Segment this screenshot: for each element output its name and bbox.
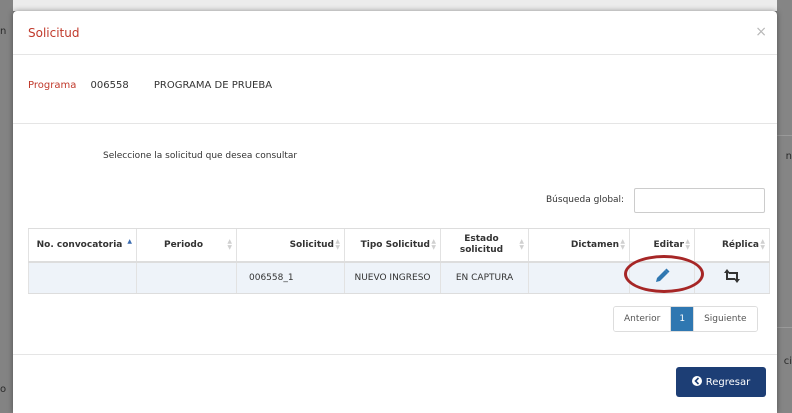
sort-icon: ▲ ▼ xyxy=(227,238,232,251)
column-header-convocatoria[interactable]: No. convocatoria ▲ xyxy=(28,228,137,263)
sort-asc-icon: ▲ xyxy=(127,238,132,245)
background-text: n xyxy=(0,26,7,37)
cell-tipo-solicitud: NUEVO INGRESO xyxy=(344,262,441,294)
sort-icon: ▲ ▼ xyxy=(431,238,436,251)
column-header-label: Periodo xyxy=(163,239,204,250)
divider xyxy=(13,354,777,355)
retweet-icon[interactable] xyxy=(723,269,741,287)
table-row[interactable]: 006558_1 NUEVO INGRESO EN CAPTURA xyxy=(28,262,770,294)
sort-icon: ▲ ▼ xyxy=(519,238,524,251)
background-text: n xyxy=(785,151,792,162)
column-header-estado[interactable]: Estado solicitud ▲ ▼ xyxy=(440,228,529,263)
cell-convocatoria xyxy=(28,262,137,294)
modal-header: Solicitud × xyxy=(13,11,777,55)
cell-periodo xyxy=(136,262,237,294)
instruction-text: Seleccione la solicitud que desea consul… xyxy=(103,151,298,161)
program-label: Programa xyxy=(28,80,77,91)
cell-dictamen xyxy=(528,262,630,294)
column-header-solicitud[interactable]: Solicitud ▲ ▼ xyxy=(236,228,345,263)
column-header-label: Editar xyxy=(653,239,685,250)
column-header-periodo[interactable]: Periodo ▲ ▼ xyxy=(136,228,237,263)
background-left-area xyxy=(0,0,13,413)
sort-icon: ▲ ▼ xyxy=(620,238,625,251)
regresar-label: Regresar xyxy=(705,376,751,388)
cell-editar xyxy=(629,262,695,294)
cell-replica xyxy=(694,262,770,294)
global-search-input[interactable] xyxy=(634,188,765,213)
regresar-button[interactable]: Regresar xyxy=(676,367,766,397)
background-text: ci xyxy=(783,356,792,367)
sort-icon: ▲ ▼ xyxy=(685,238,690,251)
column-header-label: Réplica xyxy=(721,239,759,250)
background-text: o xyxy=(0,384,7,395)
column-header-label: No. convocatoria xyxy=(36,239,123,250)
search-label: Búsqueda global: xyxy=(546,195,625,205)
pagination: Anterior 1 Siguiente xyxy=(613,306,758,332)
sort-icon: ▲ ▼ xyxy=(760,238,765,251)
background-divider xyxy=(777,135,792,136)
column-header-dictamen[interactable]: Dictamen ▲ ▼ xyxy=(528,228,630,263)
column-header-label: Estado solicitud xyxy=(459,234,504,255)
program-info: Programa 006558 PROGRAMA DE PRUEBA xyxy=(28,80,272,91)
program-name: PROGRAMA DE PRUEBA xyxy=(153,80,273,91)
arrow-circle-left-icon xyxy=(691,375,702,389)
cell-estado: EN CAPTURA xyxy=(440,262,529,294)
solicitud-modal: Solicitud × Programa 006558 PROGRAMA DE … xyxy=(13,11,777,413)
modal-title: Solicitud xyxy=(28,26,80,40)
background-divider xyxy=(777,327,792,328)
column-header-editar[interactable]: Editar ▲ ▼ xyxy=(629,228,695,263)
column-header-label: Tipo Solicitud xyxy=(360,239,430,250)
solicitudes-table: No. convocatoria ▲ Periodo ▲ ▼ Solicitud … xyxy=(28,228,770,294)
pencil-icon[interactable] xyxy=(653,267,671,289)
column-header-label: Solicitud xyxy=(289,239,334,250)
table-header-row: No. convocatoria ▲ Periodo ▲ ▼ Solicitud … xyxy=(28,228,770,263)
background-right-area xyxy=(777,0,792,413)
cell-solicitud: 006558_1 xyxy=(236,262,345,294)
pagination-prev[interactable]: Anterior xyxy=(614,307,672,331)
background-header xyxy=(0,0,792,11)
close-icon[interactable]: × xyxy=(755,24,767,40)
column-header-tipo[interactable]: Tipo Solicitud ▲ ▼ xyxy=(344,228,441,263)
column-header-label: Dictamen xyxy=(570,239,619,250)
divider xyxy=(13,123,777,124)
pagination-page-1[interactable]: 1 xyxy=(671,307,694,331)
column-header-replica[interactable]: Réplica ▲ ▼ xyxy=(694,228,770,263)
sort-icon: ▲ ▼ xyxy=(335,238,340,251)
program-code: 006558 xyxy=(90,80,129,91)
pagination-next[interactable]: Siguiente xyxy=(693,307,757,331)
